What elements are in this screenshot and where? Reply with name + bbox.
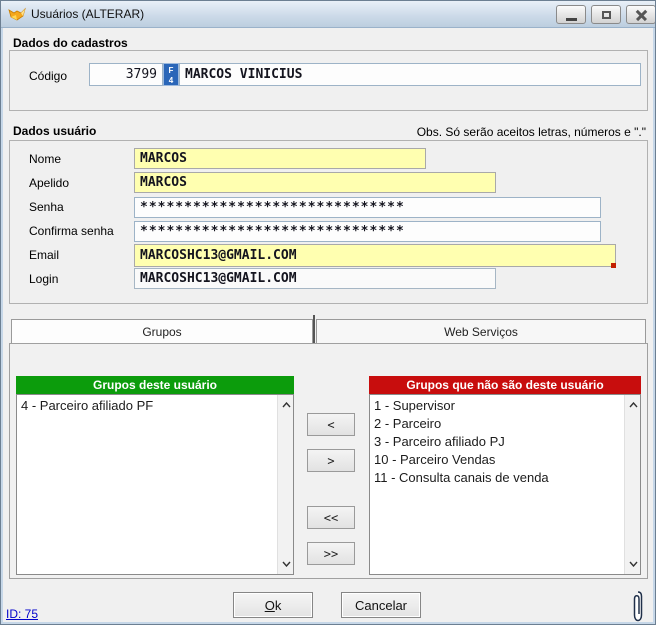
obs-note: Obs. Só serão aceitos letras, números e … <box>417 125 646 139</box>
nome-input[interactable] <box>134 148 426 169</box>
f4-label-bottom: 4 <box>164 76 178 86</box>
cancel-button[interactable]: Cancelar <box>341 592 421 618</box>
senha-input[interactable] <box>134 197 601 218</box>
move-right-button[interactable]: > <box>307 449 355 472</box>
list-item[interactable]: 1 - Supervisor <box>370 397 624 415</box>
apelido-input[interactable] <box>134 172 496 193</box>
dialog-window: Usuários (ALTERAR) Dados do cadastros Có… <box>0 0 656 625</box>
other-groups-list: 1 - Supervisor2 - Parceiro3 - Parceiro a… <box>370 395 624 574</box>
move-all-left-button[interactable]: << <box>307 506 355 529</box>
tab-grupos-label: Grupos <box>142 325 181 339</box>
red-square-icon <box>611 263 616 268</box>
other-groups-listbox[interactable]: 1 - Supervisor2 - Parceiro3 - Parceiro a… <box>369 394 641 575</box>
ok-label-mnemonic: O <box>265 598 275 613</box>
chevron-up-icon[interactable] <box>625 397 641 413</box>
usuario-group-label: Dados usuário <box>11 124 98 138</box>
email-label: Email <box>29 248 59 262</box>
right-list-scrollbar[interactable] <box>624 395 640 574</box>
list-item[interactable]: 11 - Consulta canais de venda <box>370 469 624 487</box>
maximize-icon <box>602 11 611 19</box>
chevron-down-icon[interactable] <box>278 556 294 572</box>
login-input[interactable] <box>134 268 496 289</box>
minimize-button[interactable] <box>556 5 586 24</box>
email-input[interactable] <box>134 244 616 267</box>
user-groups-list: 4 - Parceiro afiliado PF <box>17 395 277 574</box>
titlebar[interactable]: Usuários (ALTERAR) <box>1 1 656 28</box>
codigo-input[interactable] <box>89 63 163 86</box>
list-item[interactable]: 10 - Parceiro Vendas <box>370 451 624 469</box>
confirma-senha-label: Confirma senha <box>29 224 114 238</box>
move-all-right-button[interactable]: >> <box>307 542 355 565</box>
tab-web-servicos[interactable]: Web Serviços <box>316 319 646 344</box>
other-groups-header: Grupos que não são deste usuário <box>369 376 641 394</box>
list-item[interactable]: 4 - Parceiro afiliado PF <box>17 397 277 415</box>
f4-label-top: F <box>164 66 178 76</box>
ok-button[interactable]: Ok <box>233 592 313 618</box>
user-groups-header: Grupos deste usuário <box>16 376 294 394</box>
tab-web-servicos-label: Web Serviços <box>444 325 518 339</box>
nome-label: Nome <box>29 152 61 166</box>
tab-divider <box>313 315 315 344</box>
window-title: Usuários (ALTERAR) <box>31 7 144 21</box>
minimize-icon <box>566 18 577 21</box>
ok-label: k <box>275 598 282 613</box>
maximize-button[interactable] <box>591 5 621 24</box>
senha-label: Senha <box>29 200 64 214</box>
fox-icon <box>8 6 26 24</box>
move-left-button[interactable]: < <box>307 413 355 436</box>
list-item[interactable]: 3 - Parceiro afiliado PJ <box>370 433 624 451</box>
cadastro-group-label: Dados do cadastros <box>11 36 130 50</box>
cadastro-nome-input[interactable] <box>179 63 641 86</box>
chevron-up-icon[interactable] <box>278 397 294 413</box>
left-list-scrollbar[interactable] <box>277 395 293 574</box>
id-link[interactable]: ID: 75 <box>6 607 38 621</box>
other-groups-header-label: Grupos que não são deste usuário <box>406 378 603 392</box>
user-groups-header-label: Grupos deste usuário <box>93 378 217 392</box>
chevron-down-icon[interactable] <box>625 556 641 572</box>
paperclip-icon <box>632 590 644 623</box>
login-label: Login <box>29 272 58 286</box>
user-groups-listbox[interactable]: 4 - Parceiro afiliado PF <box>16 394 294 575</box>
close-button[interactable] <box>626 5 656 24</box>
tab-grupos[interactable]: Grupos <box>11 319 313 344</box>
confirma-senha-input[interactable] <box>134 221 601 242</box>
f4-lookup-button[interactable]: F 4 <box>163 63 179 86</box>
list-item[interactable]: 2 - Parceiro <box>370 415 624 433</box>
apelido-label: Apelido <box>29 176 69 190</box>
codigo-label: Código <box>29 69 67 83</box>
